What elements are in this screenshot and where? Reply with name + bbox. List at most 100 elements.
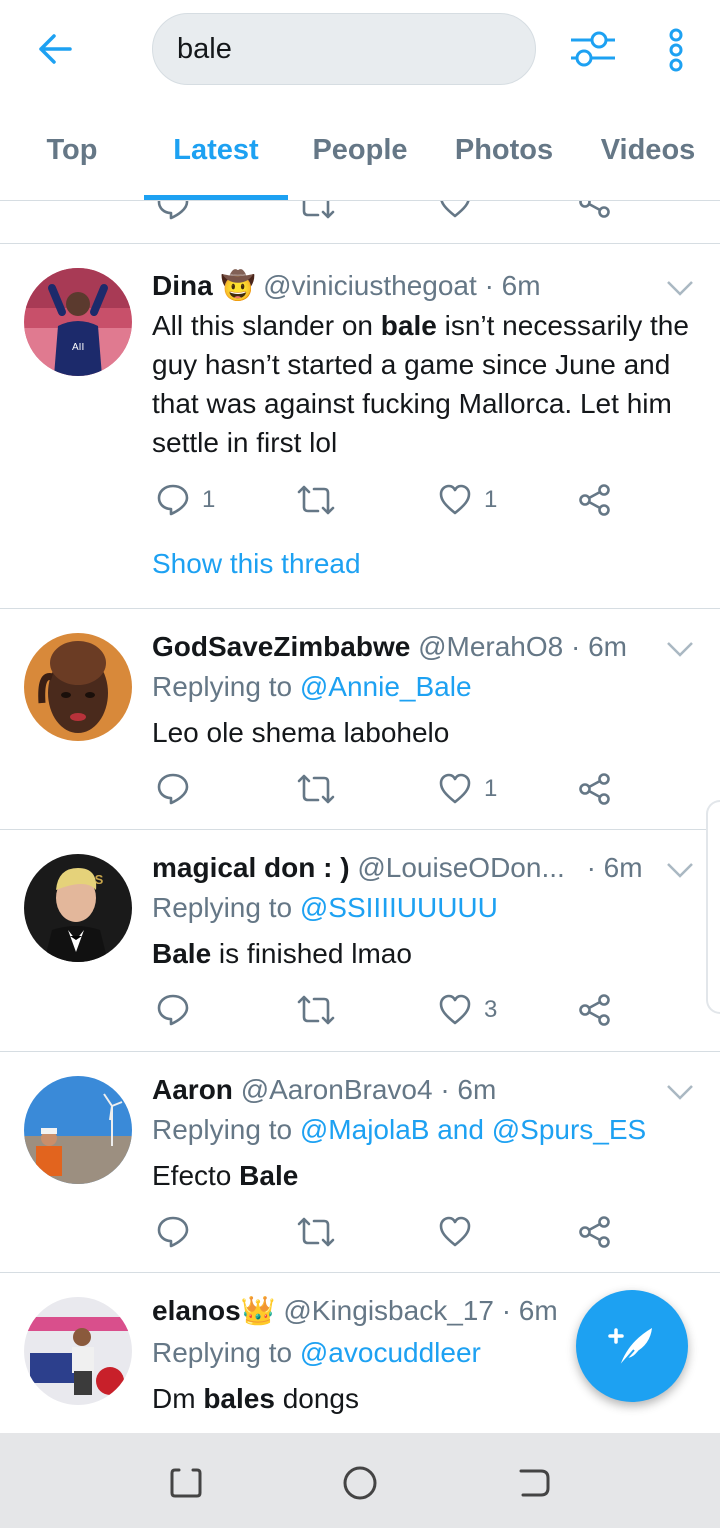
active-tab-indicator	[144, 195, 288, 200]
compose-tweet-button[interactable]	[576, 1290, 688, 1402]
retweet-icon	[297, 485, 335, 515]
back-icon[interactable]	[512, 1463, 556, 1503]
handle[interactable]: @MerahO8	[418, 631, 563, 662]
tweet-actions: 1	[152, 767, 672, 811]
like-button[interactable]: 1	[438, 767, 497, 811]
display-name[interactable]: GodSaveZimbabwe	[152, 631, 410, 662]
retweet-button[interactable]	[296, 767, 336, 811]
reply-mention-link[interactable]: @Annie_Bale	[300, 671, 472, 702]
avatar[interactable]: AII	[24, 268, 132, 376]
filter-sliders-icon[interactable]	[566, 26, 618, 72]
replying-to: Replying to @MajolaB and @Spurs_ES	[152, 1114, 647, 1145]
share-button[interactable]	[578, 478, 612, 522]
search-field[interactable]	[152, 13, 536, 85]
share-button[interactable]	[578, 988, 612, 1032]
tab-latest[interactable]: Latest	[144, 100, 288, 200]
chevron-down-icon[interactable]	[664, 1080, 696, 1104]
tweet-text: Efecto Bale	[152, 1160, 299, 1191]
more-options-icon[interactable]	[656, 24, 696, 76]
share-icon	[579, 1216, 610, 1248]
tweet-text: Bale is finished lmao	[152, 938, 412, 969]
tweet-feed[interactable]: AII Dina 🤠 @viniciusthegoat · 6m All thi…	[0, 201, 720, 1433]
reply-icon	[157, 773, 189, 805]
avatar[interactable]	[24, 1297, 132, 1405]
like-button[interactable]: 3	[438, 988, 497, 1032]
avatar[interactable]	[24, 1076, 132, 1184]
retweet-button[interactable]	[296, 478, 336, 522]
avatar[interactable]: SS	[24, 854, 132, 962]
reply-mention-link[interactable]: @SSIIIIUUUUU	[300, 892, 498, 923]
display-name[interactable]: Aaron	[152, 1074, 233, 1105]
svg-text:AII: AII	[72, 342, 84, 353]
retweet-icon	[297, 995, 335, 1025]
retweet-icon	[297, 1217, 335, 1247]
replying-to: Replying to @SSIIIIUUUUU	[152, 892, 498, 923]
replying-to: Replying to @avocuddleer	[152, 1337, 481, 1368]
reply-button[interactable]	[156, 1210, 190, 1254]
edge-panel-handle[interactable]	[706, 800, 720, 1014]
tweet-header: elanos👑 @Kingisback_17 · 6m	[152, 1293, 558, 1329]
retweet-icon[interactable]	[296, 201, 336, 221]
reply-button[interactable]	[156, 767, 190, 811]
timestamp: · 6m	[501, 1295, 558, 1326]
tweet-header: Aaron @AaronBravo4 · 6m	[152, 1072, 496, 1108]
handle[interactable]: @viniciusthegoat	[263, 270, 477, 301]
tab-top[interactable]: Top	[0, 100, 144, 200]
display-name[interactable]: Dina	[152, 270, 213, 301]
reply-icon[interactable]	[156, 201, 190, 221]
heart-icon	[439, 1216, 471, 1247]
retweet-button[interactable]	[296, 988, 336, 1032]
tweet-header: magical don : ) @LouiseODon... · 6m	[152, 850, 643, 886]
like-count: 3	[484, 996, 498, 1023]
highlighted-term: bale	[380, 310, 437, 341]
home-icon[interactable]	[338, 1463, 382, 1503]
search-tabs: Top Latest People Photos Videos	[0, 100, 720, 201]
tweet-actions: 3	[152, 988, 672, 1032]
tab-videos[interactable]: Videos	[576, 100, 720, 200]
tweet-card[interactable]: Aaron @AaronBravo4 · 6m Replying to @Maj…	[0, 1052, 720, 1272]
highlighted-term: bales	[203, 1383, 275, 1414]
tweet-header: Dina 🤠 @viniciusthegoat · 6m	[152, 268, 541, 304]
display-name[interactable]: magical don : )	[152, 852, 350, 883]
display-name[interactable]: elanos	[152, 1295, 241, 1326]
heart-icon[interactable]	[438, 201, 472, 219]
tweet-card[interactable]: GodSaveZimbabwe @MerahO8 · 6m Replying t…	[0, 609, 720, 829]
tab-photos[interactable]: Photos	[432, 100, 576, 200]
timestamp: · 6m	[586, 852, 643, 883]
reply-mention-link[interactable]: @MajolaB and @Spurs_ES	[300, 1114, 646, 1145]
chevron-down-icon[interactable]	[664, 276, 696, 300]
reply-mention-link[interactable]: @avocuddleer	[300, 1337, 481, 1368]
heart-icon	[439, 773, 471, 804]
chevron-down-icon[interactable]	[664, 637, 696, 661]
share-button[interactable]	[578, 767, 612, 811]
share-icon	[579, 994, 610, 1026]
recent-apps-icon[interactable]	[164, 1463, 208, 1503]
show-thread-link[interactable]: Show this thread	[152, 548, 361, 580]
like-count: 1	[484, 775, 498, 802]
share-button[interactable]	[578, 1210, 612, 1254]
handle[interactable]: @LouiseODon...	[357, 852, 564, 883]
top-bar	[0, 0, 720, 100]
retweet-button[interactable]	[296, 1210, 336, 1254]
retweet-icon	[297, 774, 335, 804]
timestamp: · 6m	[440, 1074, 497, 1105]
reply-icon	[157, 1216, 189, 1248]
tweet-actions: 1 1	[152, 478, 672, 522]
back-arrow-icon[interactable]	[30, 26, 80, 72]
tab-people[interactable]: People	[288, 100, 432, 200]
share-icon[interactable]	[578, 201, 612, 219]
avatar[interactable]	[24, 633, 132, 741]
tweet-header: GodSaveZimbabwe @MerahO8 · 6m	[152, 629, 627, 665]
tweet-card[interactable]: AII Dina 🤠 @viniciusthegoat · 6m All thi…	[0, 244, 720, 608]
like-button[interactable]: 1	[438, 478, 497, 522]
heart-icon	[439, 994, 471, 1025]
search-input[interactable]	[177, 14, 507, 84]
reply-button[interactable]: 1	[156, 478, 215, 522]
like-button[interactable]	[438, 1210, 472, 1254]
handle[interactable]: @AaronBravo4	[241, 1074, 433, 1105]
chevron-down-icon[interactable]	[664, 858, 696, 882]
tweet-card[interactable]: SS magical don : ) @LouiseODon... · 6m R…	[0, 830, 720, 1051]
reply-icon	[157, 994, 189, 1026]
reply-button[interactable]	[156, 988, 190, 1032]
handle[interactable]: @Kingisback_17	[283, 1295, 494, 1326]
